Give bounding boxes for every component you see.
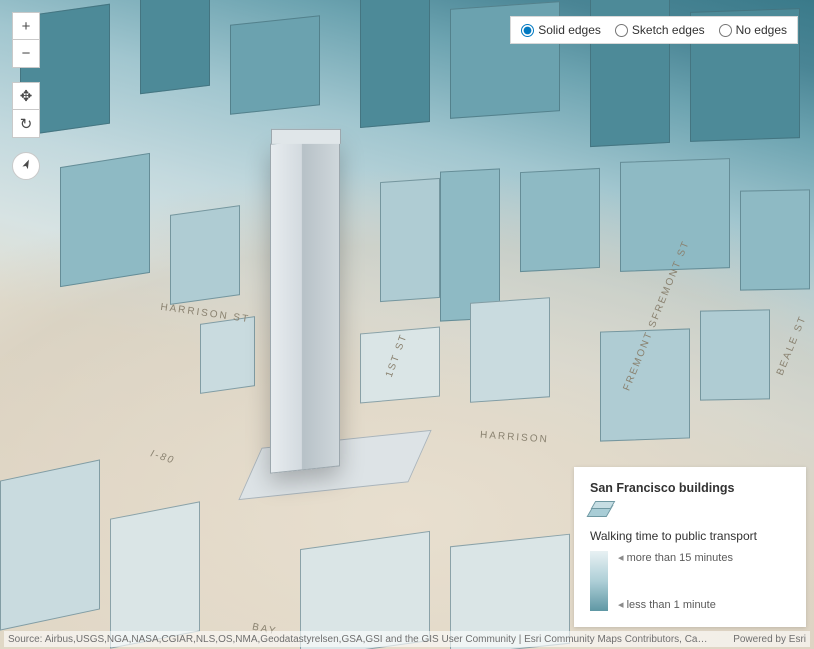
legend-ramp-min: less than 1 minute: [618, 598, 733, 611]
street-label-i80: I-80: [149, 448, 176, 466]
building: [60, 153, 150, 287]
plus-icon: +: [22, 18, 31, 35]
building: [380, 178, 440, 302]
attribution-bar: Source: Airbus,USGS,NGA,NASA,CGIAR,NLS,O…: [4, 631, 810, 647]
selected-building-tower[interactable]: [270, 136, 340, 473]
edge-style-switcher: Solid edges Sketch edges No edges: [510, 16, 798, 44]
legend-ramp-max: more than 15 minutes: [618, 551, 733, 564]
navigation-controls: + − ✥ ↻: [12, 12, 40, 180]
building: [440, 168, 500, 321]
building: [110, 501, 200, 648]
building: [170, 205, 240, 305]
street-label-harrison-2: Harrison: [480, 430, 549, 446]
rotate-icon: ↻: [20, 115, 33, 133]
radio-solid-edges[interactable]: Solid edges: [521, 23, 601, 37]
compass-icon: [15, 155, 36, 176]
radio-sketch-label: Sketch edges: [632, 23, 705, 37]
building: [520, 168, 600, 272]
building: [470, 297, 550, 403]
radio-no-edges[interactable]: No edges: [719, 23, 787, 37]
building: [360, 0, 430, 128]
building: [230, 15, 320, 114]
legend-color-ramp: [590, 551, 608, 611]
legend-title: San Francisco buildings: [590, 481, 790, 495]
pan-button[interactable]: ✥: [12, 82, 40, 110]
radio-solid-label: Solid edges: [538, 23, 601, 37]
map-3d-scene[interactable]: Harrison St Harrison Fremont Sfremont St…: [0, 0, 814, 649]
building: [200, 316, 255, 394]
radio-sketch-edges[interactable]: Sketch edges: [615, 23, 705, 37]
rotate-button[interactable]: ↻: [12, 110, 40, 138]
building: [140, 0, 210, 94]
radio-sketch-input[interactable]: [615, 24, 628, 37]
legend-subtitle: Walking time to public transport: [590, 529, 790, 543]
zoom-out-button[interactable]: −: [12, 40, 40, 68]
zoom-in-button[interactable]: +: [12, 12, 40, 40]
radio-solid-input[interactable]: [521, 24, 534, 37]
radio-none-input[interactable]: [719, 24, 732, 37]
legend-panel: San Francisco buildings Walking time to …: [574, 467, 806, 627]
attribution-powered-by[interactable]: Powered by Esri: [733, 634, 806, 645]
building: [740, 189, 810, 290]
pan-icon: ✥: [20, 87, 33, 105]
attribution-sources: Source: Airbus,USGS,NGA,NASA,CGIAR,NLS,O…: [8, 634, 708, 645]
street-label-beale: Beale St: [775, 314, 809, 377]
legend-building-swatch: [590, 505, 612, 517]
building: [700, 309, 770, 400]
compass-button[interactable]: [12, 152, 40, 180]
minus-icon: −: [22, 45, 31, 62]
building: [0, 459, 100, 630]
radio-none-label: No edges: [736, 23, 787, 37]
street-label-harrison: Harrison St: [160, 302, 251, 325]
